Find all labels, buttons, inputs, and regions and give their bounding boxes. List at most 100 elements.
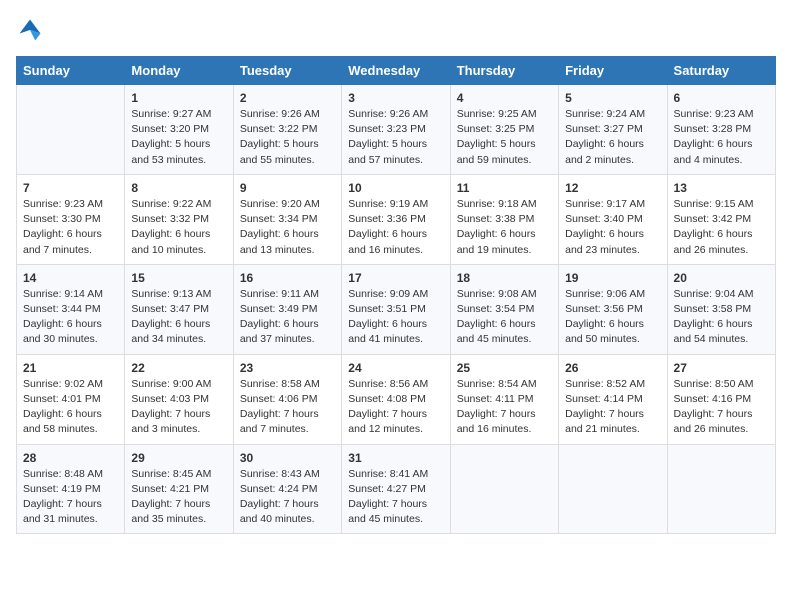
day-info: Sunrise: 9:17 AM Sunset: 3:40 PM Dayligh… [565, 197, 660, 258]
day-info: Sunrise: 9:24 AM Sunset: 3:27 PM Dayligh… [565, 107, 660, 168]
day-number: 24 [348, 361, 443, 375]
calendar-cell: 24 Sunrise: 8:56 AM Sunset: 4:08 PM Dayli… [342, 354, 450, 444]
day-number: 25 [457, 361, 552, 375]
calendar-cell: 6 Sunrise: 9:23 AM Sunset: 3:28 PM Daylig… [667, 85, 775, 175]
day-info: Sunrise: 9:15 AM Sunset: 3:42 PM Dayligh… [674, 197, 769, 258]
day-info: Sunrise: 9:23 AM Sunset: 3:28 PM Dayligh… [674, 107, 769, 168]
day-info: Sunrise: 8:45 AM Sunset: 4:21 PM Dayligh… [131, 467, 226, 528]
day-number: 17 [348, 271, 443, 285]
calendar-cell: 9Sunrise: 9:20 AM Sunset: 3:34 PM Daylig… [233, 174, 341, 264]
day-number: 11 [457, 181, 552, 195]
calendar-cell [450, 444, 558, 534]
calendar-cell: 22 Sunrise: 9:00 AM Sunset: 4:03 PM Dayli… [125, 354, 233, 444]
calendar-cell: 11 Sunrise: 9:18 AM Sunset: 3:38 PM Dayli… [450, 174, 558, 264]
day-info: Sunrise: 9:04 AM Sunset: 3:58 PM Dayligh… [674, 287, 769, 348]
calendar-cell: 26 Sunrise: 8:52 AM Sunset: 4:14 PM Dayli… [559, 354, 667, 444]
header-day-tuesday: Tuesday [233, 57, 341, 85]
day-number: 26 [565, 361, 660, 375]
logo [16, 16, 48, 44]
header-day-monday: Monday [125, 57, 233, 85]
day-info: Sunrise: 8:50 AM Sunset: 4:16 PM Dayligh… [674, 377, 769, 438]
header-day-sunday: Sunday [17, 57, 125, 85]
calendar-week-row: 1Sunrise: 9:27 AM Sunset: 3:20 PM Daylig… [17, 85, 776, 175]
calendar-week-row: 28Sunrise: 8:48 AM Sunset: 4:19 PM Dayli… [17, 444, 776, 534]
calendar-cell [667, 444, 775, 534]
day-info: Sunrise: 9:11 AM Sunset: 3:49 PM Dayligh… [240, 287, 335, 348]
header-day-friday: Friday [559, 57, 667, 85]
calendar-cell: 10Sunrise: 9:19 AM Sunset: 3:36 PM Dayli… [342, 174, 450, 264]
logo-icon [16, 16, 44, 44]
day-info: Sunrise: 8:52 AM Sunset: 4:14 PM Dayligh… [565, 377, 660, 438]
calendar-cell: 18 Sunrise: 9:08 AM Sunset: 3:54 PM Dayli… [450, 264, 558, 354]
day-info: Sunrise: 9:09 AM Sunset: 3:51 PM Dayligh… [348, 287, 443, 348]
day-info: Sunrise: 9:02 AM Sunset: 4:01 PM Dayligh… [23, 377, 118, 438]
calendar-cell [559, 444, 667, 534]
calendar-cell: 19 Sunrise: 9:06 AM Sunset: 3:56 PM Dayli… [559, 264, 667, 354]
calendar-cell: 21 Sunrise: 9:02 AM Sunset: 4:01 PM Dayli… [17, 354, 125, 444]
header-day-thursday: Thursday [450, 57, 558, 85]
day-number: 13 [674, 181, 769, 195]
day-info: Sunrise: 9:26 AM Sunset: 3:23 PM Dayligh… [348, 107, 443, 168]
calendar-cell: 31Sunrise: 8:41 AM Sunset: 4:27 PM Dayli… [342, 444, 450, 534]
day-number: 5 [565, 91, 660, 105]
day-info: Sunrise: 8:54 AM Sunset: 4:11 PM Dayligh… [457, 377, 552, 438]
calendar-cell: 29 Sunrise: 8:45 AM Sunset: 4:21 PM Dayli… [125, 444, 233, 534]
calendar-cell: 5 Sunrise: 9:24 AM Sunset: 3:27 PM Daylig… [559, 85, 667, 175]
day-info: Sunrise: 8:48 AM Sunset: 4:19 PM Dayligh… [23, 467, 118, 528]
day-number: 10 [348, 181, 443, 195]
day-number: 21 [23, 361, 118, 375]
calendar-cell: 7Sunrise: 9:23 AM Sunset: 3:30 PM Daylig… [17, 174, 125, 264]
day-number: 14 [23, 271, 118, 285]
day-info: Sunrise: 8:58 AM Sunset: 4:06 PM Dayligh… [240, 377, 335, 438]
day-info: Sunrise: 8:43 AM Sunset: 4:24 PM Dayligh… [240, 467, 335, 528]
header-day-wednesday: Wednesday [342, 57, 450, 85]
header-day-saturday: Saturday [667, 57, 775, 85]
calendar-cell: 30 Sunrise: 8:43 AM Sunset: 4:24 PM Dayli… [233, 444, 341, 534]
day-number: 8 [131, 181, 226, 195]
calendar-cell: 4Sunrise: 9:25 AM Sunset: 3:25 PM Daylig… [450, 85, 558, 175]
day-number: 20 [674, 271, 769, 285]
day-number: 3 [348, 91, 443, 105]
calendar-cell: 1Sunrise: 9:27 AM Sunset: 3:20 PM Daylig… [125, 85, 233, 175]
page-header [16, 16, 776, 44]
day-number: 19 [565, 271, 660, 285]
calendar-cell: 25 Sunrise: 8:54 AM Sunset: 4:11 PM Dayli… [450, 354, 558, 444]
day-number: 2 [240, 91, 335, 105]
calendar-cell: 8 Sunrise: 9:22 AM Sunset: 3:32 PM Daylig… [125, 174, 233, 264]
day-info: Sunrise: 9:23 AM Sunset: 3:30 PM Dayligh… [23, 197, 118, 258]
day-number: 22 [131, 361, 226, 375]
day-info: Sunrise: 9:26 AM Sunset: 3:22 PM Dayligh… [240, 107, 335, 168]
calendar-cell: 14 Sunrise: 9:14 AM Sunset: 3:44 PM Dayli… [17, 264, 125, 354]
calendar-cell: 23 Sunrise: 8:58 AM Sunset: 4:06 PM Dayli… [233, 354, 341, 444]
day-info: Sunrise: 9:27 AM Sunset: 3:20 PM Dayligh… [131, 107, 226, 168]
day-number: 15 [131, 271, 226, 285]
day-number: 23 [240, 361, 335, 375]
day-number: 16 [240, 271, 335, 285]
day-number: 30 [240, 451, 335, 465]
day-number: 29 [131, 451, 226, 465]
calendar-cell [17, 85, 125, 175]
day-number: 12 [565, 181, 660, 195]
day-info: Sunrise: 9:20 AM Sunset: 3:34 PM Dayligh… [240, 197, 335, 258]
calendar-cell: 12 Sunrise: 9:17 AM Sunset: 3:40 PM Dayli… [559, 174, 667, 264]
day-info: Sunrise: 9:06 AM Sunset: 3:56 PM Dayligh… [565, 287, 660, 348]
calendar-week-row: 14 Sunrise: 9:14 AM Sunset: 3:44 PM Dayli… [17, 264, 776, 354]
day-info: Sunrise: 9:14 AM Sunset: 3:44 PM Dayligh… [23, 287, 118, 348]
calendar-cell: 3 Sunrise: 9:26 AM Sunset: 3:23 PM Daylig… [342, 85, 450, 175]
calendar-week-row: 21 Sunrise: 9:02 AM Sunset: 4:01 PM Dayli… [17, 354, 776, 444]
calendar-cell: 20 Sunrise: 9:04 AM Sunset: 3:58 PM Dayli… [667, 264, 775, 354]
day-number: 4 [457, 91, 552, 105]
day-info: Sunrise: 9:13 AM Sunset: 3:47 PM Dayligh… [131, 287, 226, 348]
calendar-cell: 17 Sunrise: 9:09 AM Sunset: 3:51 PM Dayli… [342, 264, 450, 354]
day-number: 6 [674, 91, 769, 105]
day-info: Sunrise: 9:00 AM Sunset: 4:03 PM Dayligh… [131, 377, 226, 438]
calendar-cell: 28Sunrise: 8:48 AM Sunset: 4:19 PM Dayli… [17, 444, 125, 534]
day-info: Sunrise: 8:56 AM Sunset: 4:08 PM Dayligh… [348, 377, 443, 438]
calendar-cell: 15 Sunrise: 9:13 AM Sunset: 3:47 PM Dayli… [125, 264, 233, 354]
day-info: Sunrise: 9:08 AM Sunset: 3:54 PM Dayligh… [457, 287, 552, 348]
day-number: 18 [457, 271, 552, 285]
day-info: Sunrise: 9:22 AM Sunset: 3:32 PM Dayligh… [131, 197, 226, 258]
calendar-cell: 16 Sunrise: 9:11 AM Sunset: 3:49 PM Dayli… [233, 264, 341, 354]
day-info: Sunrise: 9:18 AM Sunset: 3:38 PM Dayligh… [457, 197, 552, 258]
calendar-cell: 13 Sunrise: 9:15 AM Sunset: 3:42 PM Dayli… [667, 174, 775, 264]
